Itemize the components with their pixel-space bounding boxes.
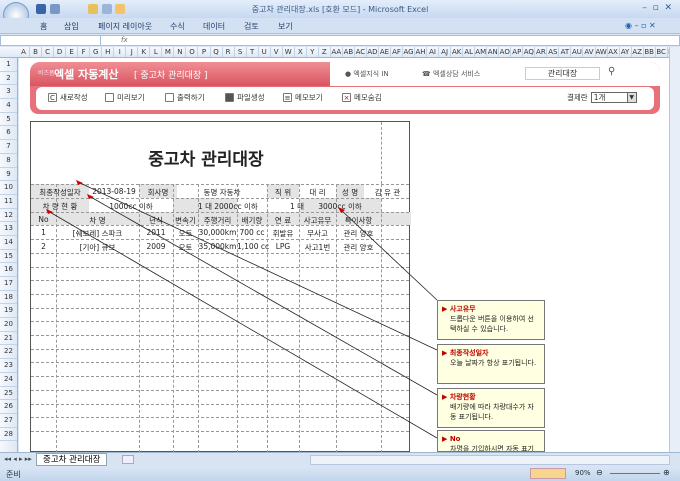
arrow-vehicle-status: [88, 195, 438, 396]
comment-note[interactable]: ▶ 최종작성일자오늘 날짜가 항상 표기됩니다.: [437, 344, 545, 384]
note-title: ▶ No: [442, 435, 461, 443]
zoom-out-icon[interactable]: ⊖: [596, 468, 603, 477]
note-title-text: 차량현황: [449, 393, 476, 401]
note-body: 오늘 날짜가 항상 표기됩니다.: [450, 359, 537, 367]
note-title-text: No: [449, 435, 461, 443]
note-body: 차명을 기입하시면 자동 표기됩니다.: [450, 445, 534, 452]
status-bar: 준비 90% ⊖ ⊕: [0, 466, 680, 481]
note-body: 배기량에 따라 차량대수가 자동 표기됩니다.: [450, 403, 534, 421]
comment-note[interactable]: ▶ 사고유무드롭다운 버튼을 이용하여 선택하실 수 있습니다.: [437, 300, 545, 340]
note-title: ▶ 차량현황: [442, 393, 476, 401]
zoom-level: 90%: [575, 469, 591, 477]
note-body: 드롭다운 버튼을 이용하여 선택하실 수 있습니다.: [450, 315, 534, 333]
sheet-tabs-bar: ◂◂ ◂ ▸ ▸▸ 중고차 관리대장: [0, 452, 680, 466]
comment-note[interactable]: ▶ No 차명을 기입하시면 자동 표기됩니다.: [437, 430, 545, 452]
horizontal-scrollbar[interactable]: [310, 455, 670, 465]
status-ready: 준비: [6, 470, 21, 479]
comment-arrows: [46, 180, 438, 439]
zoom-in-icon[interactable]: ⊕: [663, 468, 670, 477]
sheet-tab-active[interactable]: 중고차 관리대장: [36, 453, 108, 466]
note-title: ▶ 사고유무: [442, 305, 476, 313]
sheet-nav-buttons[interactable]: ◂◂ ◂ ▸ ▸▸: [4, 455, 32, 463]
note-title: ▶ 최종작성일자: [442, 349, 489, 357]
arrow-accident: [339, 208, 438, 301]
note-title-text: 사고유무: [449, 305, 476, 313]
view-buttons[interactable]: [530, 468, 566, 479]
insert-sheet-icon[interactable]: [122, 455, 134, 464]
arrow-date: [77, 181, 438, 351]
note-title-text: 최종작성일자: [449, 349, 489, 357]
comment-note[interactable]: ▶ 차량현황배기량에 따라 차량대수가 자동 표기됩니다.: [437, 388, 545, 428]
zoom-slider[interactable]: [610, 473, 660, 474]
